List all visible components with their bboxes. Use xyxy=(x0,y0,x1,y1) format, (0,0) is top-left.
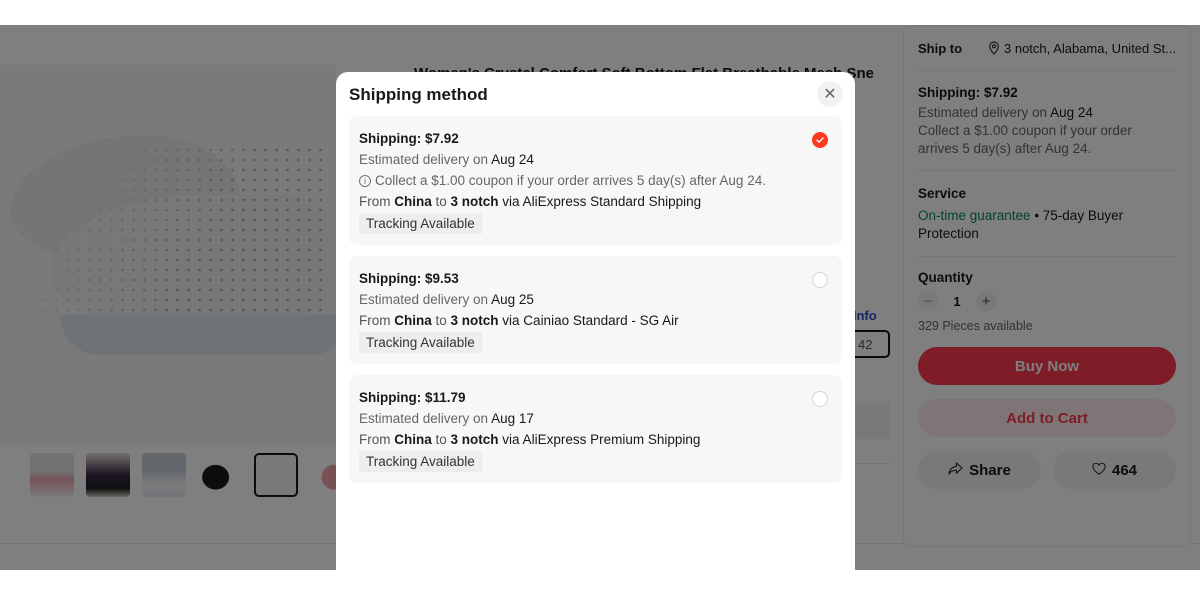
close-button[interactable]: ✕ xyxy=(817,81,843,107)
estimated-date: Aug 24 xyxy=(491,152,534,167)
option-estimated-delivery: Estimated delivery on Aug 24 xyxy=(359,149,832,170)
shipping-method-modal: Shipping method ✕ Shipping: $7.92 Estima… xyxy=(336,72,855,570)
to-word: to xyxy=(431,194,451,209)
option-radio[interactable] xyxy=(812,391,828,407)
origin: China xyxy=(394,313,432,328)
option-route: From China to 3 notch via AliExpress Sta… xyxy=(359,191,832,212)
option-estimated-delivery: Estimated delivery on Aug 17 xyxy=(359,408,832,429)
origin: China xyxy=(394,194,432,209)
estimated-label: Estimated delivery on xyxy=(359,292,492,307)
modal-title: Shipping method xyxy=(349,85,488,104)
option-price: Shipping: $7.92 xyxy=(359,131,459,146)
coupon-text: Collect a $1.00 coupon if your order arr… xyxy=(375,173,766,188)
option-radio[interactable] xyxy=(812,272,828,288)
checkmark-icon xyxy=(816,137,824,143)
close-icon: ✕ xyxy=(823,86,837,103)
destination: 3 notch xyxy=(450,313,499,328)
option-route: From China to 3 notch via Cainiao Standa… xyxy=(359,310,832,331)
from-word: From xyxy=(359,194,395,209)
option-route: From China to 3 notch via AliExpress Pre… xyxy=(359,429,832,450)
shipping-option[interactable]: Shipping: $9.53 Estimated delivery on Au… xyxy=(349,256,842,364)
shipping-option[interactable]: Shipping: $11.79 Estimated delivery on A… xyxy=(349,375,842,483)
shipping-options-list: Shipping: $7.92 Estimated delivery on Au… xyxy=(349,116,842,494)
tracking-tag: Tracking Available xyxy=(359,213,482,234)
from-word: From xyxy=(359,432,395,447)
estimated-date: Aug 25 xyxy=(491,292,534,307)
option-coupon-note: i Collect a $1.00 coupon if your order a… xyxy=(359,170,832,191)
estimated-label: Estimated delivery on xyxy=(359,152,492,167)
estimated-date: Aug 17 xyxy=(491,411,534,426)
option-price: Shipping: $11.79 xyxy=(359,390,466,405)
destination: 3 notch xyxy=(450,194,499,209)
estimated-label: Estimated delivery on xyxy=(359,411,492,426)
destination: 3 notch xyxy=(450,432,499,447)
option-estimated-delivery: Estimated delivery on Aug 25 xyxy=(359,289,832,310)
shipping-option[interactable]: Shipping: $7.92 Estimated delivery on Au… xyxy=(349,116,842,245)
to-word: to xyxy=(431,313,451,328)
carrier: via AliExpress Standard Shipping xyxy=(498,194,702,209)
from-word: From xyxy=(359,313,395,328)
tracking-tag: Tracking Available xyxy=(359,332,482,353)
carrier: via Cainiao Standard - SG Air xyxy=(498,313,679,328)
origin: China xyxy=(394,432,432,447)
to-word: to xyxy=(431,432,451,447)
tracking-tag: Tracking Available xyxy=(359,451,482,472)
carrier: via AliExpress Premium Shipping xyxy=(498,432,701,447)
option-price: Shipping: $9.53 xyxy=(359,271,459,286)
option-radio-selected[interactable] xyxy=(812,132,828,148)
info-icon: i xyxy=(359,174,371,187)
